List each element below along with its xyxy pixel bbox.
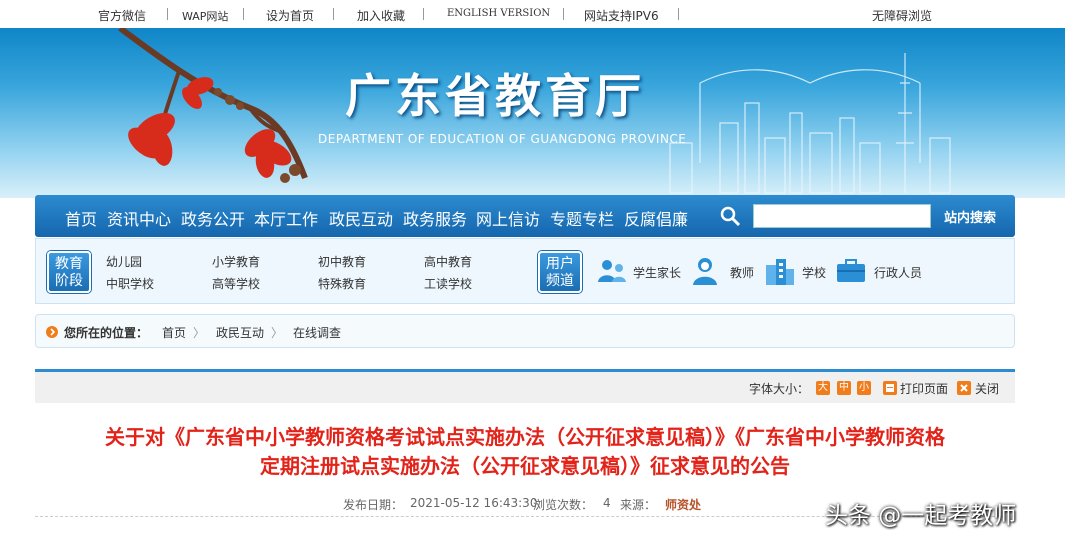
divider — [678, 8, 679, 20]
article-title: 关于对《广东省中小学教师资格考试试点实施办法（公开征求意见稿）》《广东省中小学教… — [35, 423, 1015, 481]
font-size-small-button[interactable]: 小 — [857, 381, 871, 395]
set-homepage-link[interactable]: 设为首页 — [266, 7, 314, 24]
stage-link-higher-ed[interactable]: 高等学校 — [212, 275, 260, 292]
badge-line: 频道 — [546, 273, 574, 289]
city-skyline-illustration — [669, 53, 951, 194]
nav-special-topics[interactable]: 专题专栏 — [550, 206, 614, 230]
role-school[interactable]: 学校 — [802, 264, 826, 281]
print-icon[interactable] — [883, 381, 897, 395]
stage-link-reform-school[interactable]: 工读学校 — [424, 275, 472, 292]
role-administrator[interactable]: 行政人员 — [874, 264, 922, 281]
breadcrumb-online-survey[interactable]: 在线调查 — [293, 324, 341, 341]
education-stage-badge: 教育 阶段 — [47, 251, 91, 293]
school-building-icon[interactable] — [764, 257, 796, 285]
site-title: 广东省教育厅 — [345, 69, 645, 123]
divider — [423, 8, 424, 20]
badge-line: 阶段 — [55, 273, 83, 289]
breadcrumb-separator: 〉 — [193, 326, 206, 340]
divider — [333, 8, 334, 20]
font-size-large-button[interactable]: 大 — [816, 381, 830, 395]
source-value: 师资处 — [665, 498, 702, 512]
badge-line: 教育 — [55, 256, 83, 272]
nav-news-center[interactable]: 资讯中心 — [107, 206, 171, 230]
channel-panel: 教育 阶段 幼儿园 小学教育 初中教育 高中教育 中职学校 高等学校 特殊教育 … — [35, 238, 1015, 304]
main-navigation: 首页 资讯中心 政务公开 本厅工作 政民互动 政务服务 网上信访 专题专栏 反腐… — [35, 195, 1015, 237]
stage-link-kindergarten[interactable]: 幼儿园 — [106, 253, 142, 270]
article-title-line: 关于对《广东省中小学教师资格考试试点实施办法（公开征求意见稿）》《广东省中小学教… — [105, 425, 945, 449]
nav-public-interaction[interactable]: 政民互动 — [329, 206, 393, 230]
parents-icon[interactable] — [597, 258, 627, 284]
kapok-flower-illustration — [118, 28, 308, 183]
stage-link-vocational[interactable]: 中职学校 — [106, 275, 154, 292]
search-icon[interactable] — [719, 205, 741, 227]
official-wechat-link[interactable]: 官方微信 — [98, 7, 146, 24]
breadcrumb-public-interaction[interactable]: 政民互动 — [216, 324, 264, 341]
stage-link-junior-high[interactable]: 初中教育 — [318, 253, 366, 270]
divider — [563, 8, 564, 20]
stage-link-primary[interactable]: 小学教育 — [212, 253, 260, 270]
divider — [243, 8, 244, 20]
breadcrumb: 您所在的位置： 首页 〉 政民互动 〉 在线调查 — [35, 314, 1015, 348]
teacher-icon[interactable] — [691, 256, 719, 286]
site-search-button[interactable]: 站内搜索 — [944, 207, 996, 226]
breadcrumb-home[interactable]: 首页 — [162, 324, 186, 341]
source-label: 来源： — [620, 498, 657, 512]
nav-online-petition[interactable]: 网上信访 — [476, 206, 540, 230]
watermark: 头条 @一起考教师 — [825, 503, 1017, 529]
wap-site-link[interactable]: WAP网站 — [182, 8, 228, 24]
ipv6-link[interactable]: 网站支持IPV6 — [584, 7, 659, 24]
nav-home[interactable]: 首页 — [65, 206, 97, 230]
role-teacher[interactable]: 教师 — [730, 264, 754, 281]
nav-anti-corruption[interactable]: 反腐倡廉 — [624, 206, 688, 230]
stage-link-special-ed[interactable]: 特殊教育 — [318, 275, 366, 292]
user-channel-badge: 用户 频道 — [538, 251, 582, 293]
close-icon[interactable] — [957, 381, 971, 395]
article-tools-bar: 字体大小： 大 中 小 打印页面 关闭 — [35, 369, 1015, 403]
nav-department-work[interactable]: 本厅工作 — [254, 206, 318, 230]
breadcrumb-label: 您所在的位置： — [64, 326, 149, 340]
location-bullet-icon — [46, 326, 58, 338]
close-link[interactable]: 关闭 — [975, 380, 999, 397]
english-version-link[interactable]: ENGLISH VERSION — [447, 8, 550, 19]
views-label: 浏览次数： — [533, 498, 594, 512]
site-search-input[interactable] — [753, 204, 931, 228]
header-banner: 广东省教育厅 DEPARTMENT OF EDUCATION OF GUANGD… — [0, 28, 1065, 198]
briefcase-icon[interactable] — [836, 259, 866, 283]
role-parents[interactable]: 学生家长 — [633, 264, 681, 281]
stage-link-senior-high[interactable]: 高中教育 — [424, 253, 472, 270]
top-bar: 官方微信 WAP网站 设为首页 加入收藏 ENGLISH VERSION 网站支… — [0, 0, 1065, 28]
font-size-label: 字体大小： — [749, 382, 810, 396]
nav-government-services[interactable]: 政务服务 — [403, 206, 467, 230]
accessibility-link[interactable]: 无障碍浏览 — [872, 7, 932, 24]
article-title-line: 定期注册试点实施办法（公开征求意见稿）》征求意见的公告 — [260, 454, 790, 478]
breadcrumb-separator: 〉 — [271, 326, 284, 340]
font-size-medium-button[interactable]: 中 — [837, 381, 851, 395]
badge-line: 用户 — [546, 256, 574, 272]
site-subtitle: DEPARTMENT OF EDUCATION OF GUANGDONG PRO… — [318, 132, 687, 146]
views-count: 4 — [603, 496, 611, 510]
divider — [167, 8, 168, 20]
print-page-link[interactable]: 打印页面 — [900, 380, 948, 397]
publish-date: 2021-05-12 16:43:30 — [410, 496, 538, 510]
publish-date-label: 发布日期： — [343, 498, 404, 512]
nav-government-affairs[interactable]: 政务公开 — [181, 206, 245, 230]
add-favorite-link[interactable]: 加入收藏 — [357, 7, 405, 24]
